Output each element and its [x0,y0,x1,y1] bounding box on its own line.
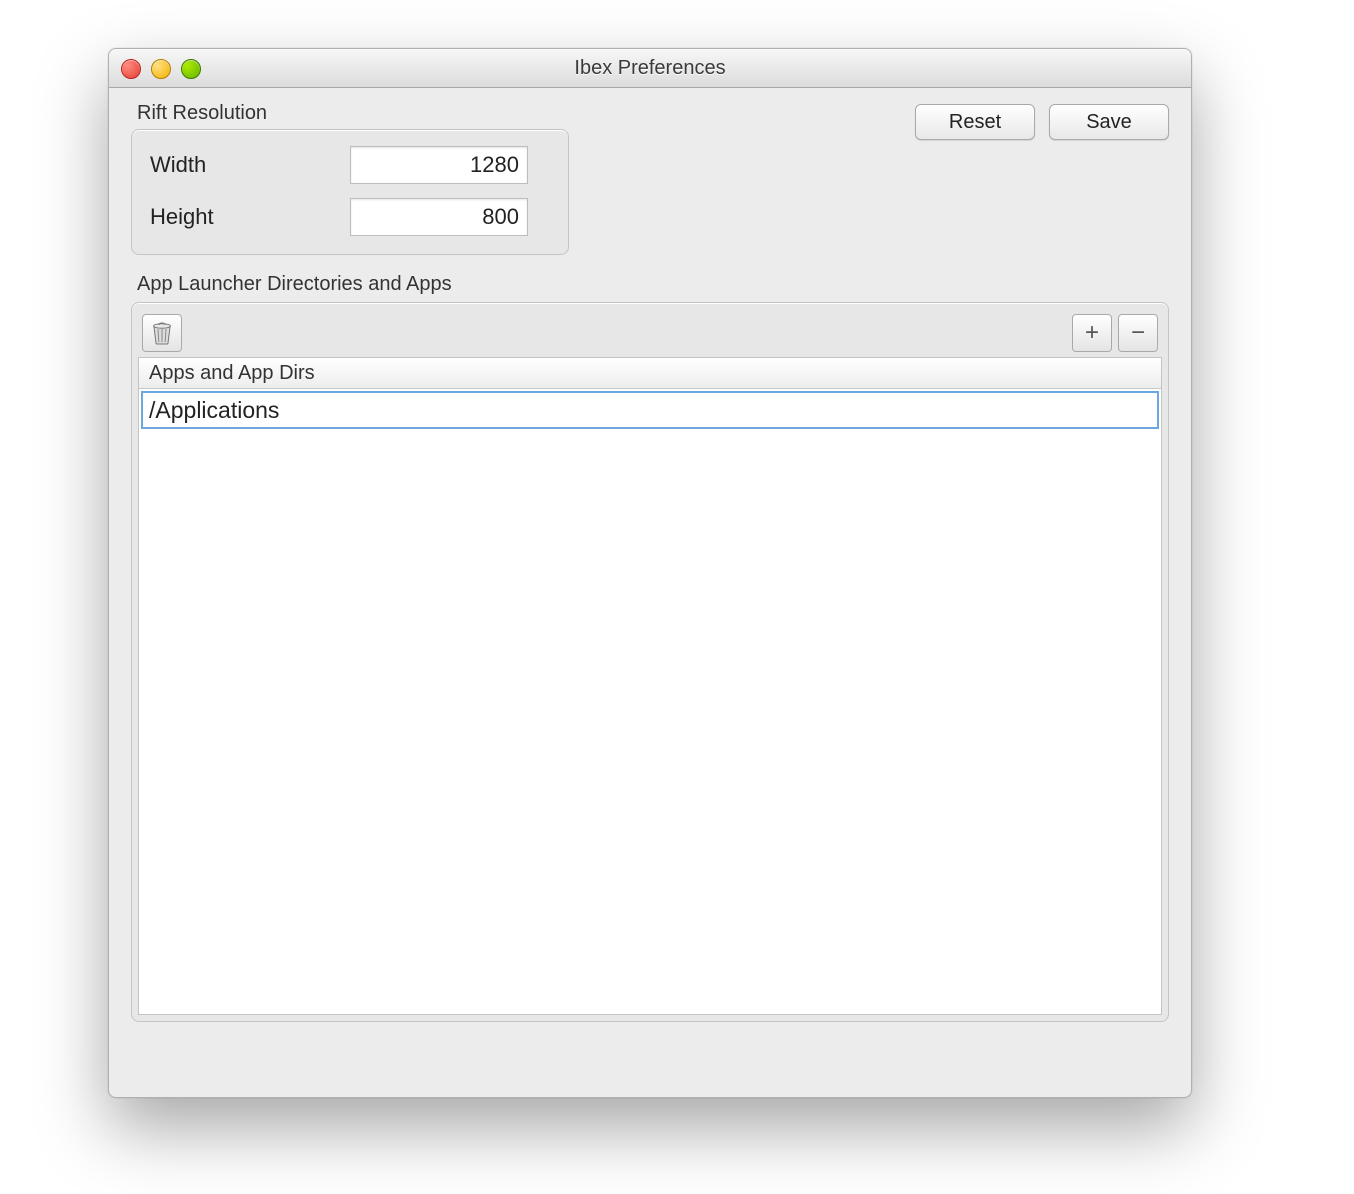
height-row: Height [150,198,550,236]
traffic-lights [121,59,201,79]
app-launcher-label: App Launcher Directories and Apps [137,273,1169,296]
height-input[interactable] [350,198,528,236]
width-input[interactable] [350,146,528,184]
trash-icon [151,321,173,345]
trash-button[interactable] [142,314,182,352]
add-button[interactable]: + [1072,314,1112,352]
apps-list-body: /Applications [139,391,1161,429]
width-row: Width [150,146,550,184]
reset-button[interactable]: Reset [915,104,1035,140]
width-label: Width [150,152,350,178]
height-label: Height [150,204,350,230]
top-row: Rift Resolution Width Height Reset Save [131,102,1169,255]
list-item[interactable]: /Applications [141,391,1159,429]
rift-resolution-label: Rift Resolution [137,102,569,125]
save-button[interactable]: Save [1049,104,1169,140]
zoom-window-button[interactable] [181,59,201,79]
list-toolbar: + − [138,309,1162,357]
app-launcher-panel: + − Apps and App Dirs /Applications [131,302,1169,1022]
window-title: Ibex Preferences [574,57,725,80]
close-window-button[interactable] [121,59,141,79]
minimize-window-button[interactable] [151,59,171,79]
window-content: Rift Resolution Width Height Reset Save [109,88,1191,1044]
minus-icon: − [1131,321,1145,345]
remove-button[interactable]: − [1118,314,1158,352]
rift-resolution-section: Rift Resolution Width Height [131,102,569,255]
apps-listbox[interactable]: Apps and App Dirs /Applications [138,357,1162,1015]
window-titlebar: Ibex Preferences [109,49,1191,88]
rift-resolution-group: Width Height [131,129,569,255]
action-buttons: Reset Save [915,104,1169,140]
apps-column-header[interactable]: Apps and App Dirs [139,358,1161,389]
plus-icon: + [1085,321,1099,345]
preferences-window: Ibex Preferences Rift Resolution Width H… [108,48,1192,1098]
list-item-text: /Applications [149,397,279,423]
